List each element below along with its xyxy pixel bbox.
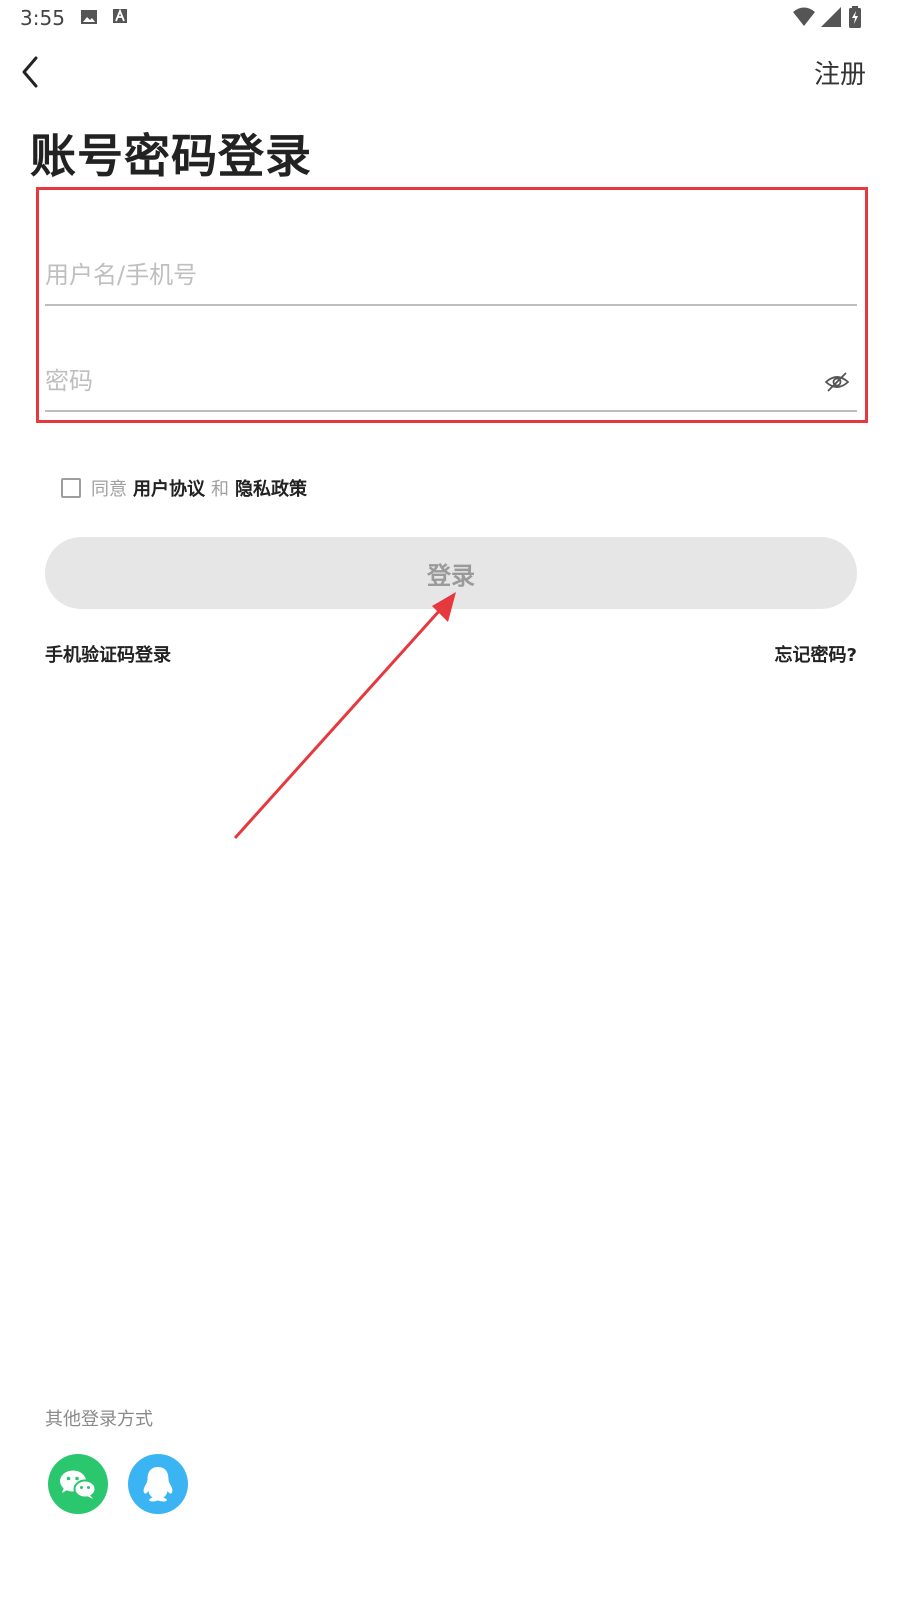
password-visibility-toggle[interactable] — [823, 368, 851, 396]
agreement-checkbox[interactable] — [61, 478, 81, 498]
wechat-icon — [60, 1470, 97, 1499]
gallery-notification-icon — [80, 8, 98, 30]
cellular-signal-icon — [820, 6, 842, 32]
qq-icon — [143, 1467, 173, 1502]
user-agreement-link[interactable]: 用户协议 — [133, 475, 205, 501]
other-login-label: 其他登录方式 — [45, 1409, 153, 1430]
chevron-left-icon — [22, 56, 38, 88]
register-link[interactable]: 注册 — [814, 54, 866, 91]
password-input[interactable] — [45, 352, 857, 410]
qq-login-button[interactable] — [128, 1454, 188, 1514]
username-field-container — [45, 246, 857, 306]
battery-charging-icon — [848, 6, 862, 32]
eye-off-icon — [824, 372, 850, 392]
username-input[interactable] — [45, 246, 857, 304]
agreement-row: 同意 用户协议 和 隐私政策 — [61, 475, 313, 501]
wechat-login-button[interactable] — [48, 1454, 108, 1514]
forgot-password-link[interactable]: 忘记密码? — [775, 641, 857, 667]
wifi-icon — [792, 6, 816, 32]
status-time: 3:55 — [20, 6, 65, 30]
sms-login-link[interactable]: 手机验证码登录 — [45, 641, 171, 667]
password-field-container — [45, 352, 857, 412]
status-bar: 3:55 — [0, 0, 900, 36]
page-title: 账号密码登录 — [30, 129, 312, 183]
agreement-conjunction: 和 — [211, 479, 229, 500]
font-notification-icon — [112, 8, 128, 28]
back-button[interactable] — [14, 52, 50, 92]
annotation-arrow — [233, 592, 456, 840]
privacy-policy-link[interactable]: 隐私政策 — [235, 475, 307, 501]
login-page: 3:55 注册 账号密码登录 用户名/手机号 同意 用户协议 和 隐私政策 登录… — [0, 0, 900, 1600]
login-button[interactable]: 登录 — [45, 537, 857, 609]
agreement-prefix: 同意 — [91, 479, 127, 500]
